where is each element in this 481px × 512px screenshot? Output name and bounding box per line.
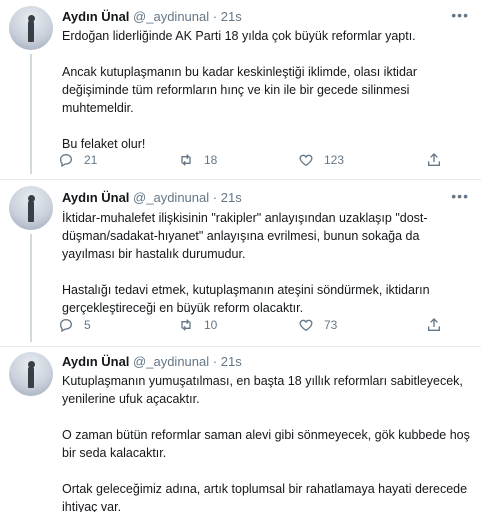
retweet-button[interactable]: 10 xyxy=(178,317,217,333)
reply-button[interactable]: 21 xyxy=(58,152,97,168)
reply-count: 21 xyxy=(84,153,98,167)
share-button[interactable] xyxy=(426,317,452,333)
author-handle[interactable]: @_aydinunal xyxy=(133,190,209,205)
avatar-figure-body xyxy=(28,200,34,222)
tweet-time[interactable]: 21s xyxy=(221,9,242,24)
separator-dot: · xyxy=(212,354,218,369)
tweet-3[interactable]: Aydın Ünal @_aydinunal · 21s Kutuplaşman… xyxy=(0,347,481,512)
author-handle[interactable]: @_aydinunal xyxy=(133,9,209,24)
like-button[interactable]: 123 xyxy=(298,152,344,168)
more-dots-icon[interactable]: ••• xyxy=(451,188,469,204)
avatar[interactable] xyxy=(9,6,53,50)
tweet-actions: 21 18 123 xyxy=(58,152,440,172)
tweet-text: İktidar-muhalefet ilişkisinin "rakipler"… xyxy=(62,209,470,317)
reply-icon xyxy=(59,318,73,333)
tweet-header: Aydın Ünal @_aydinunal · 21s xyxy=(62,9,242,24)
author-name[interactable]: Aydın Ünal xyxy=(62,354,129,369)
tweet-time[interactable]: 21s xyxy=(221,190,242,205)
tweet-paragraph: Kutuplaşmanın yumuşatılması, en başta 18… xyxy=(62,374,463,406)
retweet-icon xyxy=(181,154,191,166)
reply-icon xyxy=(59,153,73,168)
tweet-header: Aydın Ünal @_aydinunal · 21s xyxy=(62,354,242,369)
reply-count: 5 xyxy=(84,318,91,332)
tweet-paragraph: Bu felaket olur! xyxy=(62,137,146,151)
tweet-time[interactable]: 21s xyxy=(221,354,242,369)
retweet-count: 18 xyxy=(204,153,218,167)
thread-line xyxy=(30,54,32,174)
retweet-icon xyxy=(181,319,191,331)
tweet-text: Kutuplaşmanın yumuşatılması, en başta 18… xyxy=(62,372,470,512)
avatar-figure-body xyxy=(28,20,34,42)
tweet-2[interactable]: Aydın Ünal @_aydinunal · 21s ••• İktidar… xyxy=(0,180,481,346)
reply-button[interactable]: 5 xyxy=(58,317,91,333)
author-handle[interactable]: @_aydinunal xyxy=(133,354,209,369)
heart-icon xyxy=(299,319,313,332)
like-button[interactable]: 73 xyxy=(298,317,337,333)
share-icon xyxy=(428,318,440,331)
retweet-button[interactable]: 18 xyxy=(178,152,217,168)
like-count: 123 xyxy=(324,153,345,167)
tweet-paragraph: Ancak kutuplaşmanın bu kadar keskinleşti… xyxy=(62,65,418,115)
separator-dot: · xyxy=(212,9,218,24)
tweet-paragraph: Erdoğan liderliğinde AK Parti 18 yılda ç… xyxy=(62,29,416,43)
tweet-header: Aydın Ünal @_aydinunal · 21s xyxy=(62,190,242,205)
tweet-1[interactable]: Aydın Ünal @_aydinunal · 21s ••• Erdoğan… xyxy=(0,0,481,178)
tweet-paragraph: Ortak geleceğimiz adına, artık toplumsal… xyxy=(62,482,468,512)
tweet-actions: 5 10 73 xyxy=(58,317,440,337)
tweet-paragraph: O zaman bütün reformlar saman alevi gibi… xyxy=(62,428,470,460)
like-count: 73 xyxy=(324,318,338,332)
avatar-figure-body xyxy=(28,366,34,388)
tweet-paragraph: Hastalığı tedavi etmek, kutuplaşmanın at… xyxy=(62,283,430,315)
share-icon xyxy=(428,153,440,166)
separator-dot: · xyxy=(212,190,218,205)
avatar[interactable] xyxy=(9,186,53,230)
heart-icon xyxy=(299,154,313,167)
tweet-paragraph: İktidar-muhalefet ilişkisinin "rakipler"… xyxy=(62,211,428,261)
retweet-count: 10 xyxy=(204,318,218,332)
author-name[interactable]: Aydın Ünal xyxy=(62,9,129,24)
more-dots-icon[interactable]: ••• xyxy=(451,7,469,23)
thread-line xyxy=(30,234,32,342)
author-name[interactable]: Aydın Ünal xyxy=(62,190,129,205)
tweet-text: Erdoğan liderliğinde AK Parti 18 yılda ç… xyxy=(62,27,470,153)
share-button[interactable] xyxy=(426,152,452,168)
avatar[interactable] xyxy=(9,352,53,396)
